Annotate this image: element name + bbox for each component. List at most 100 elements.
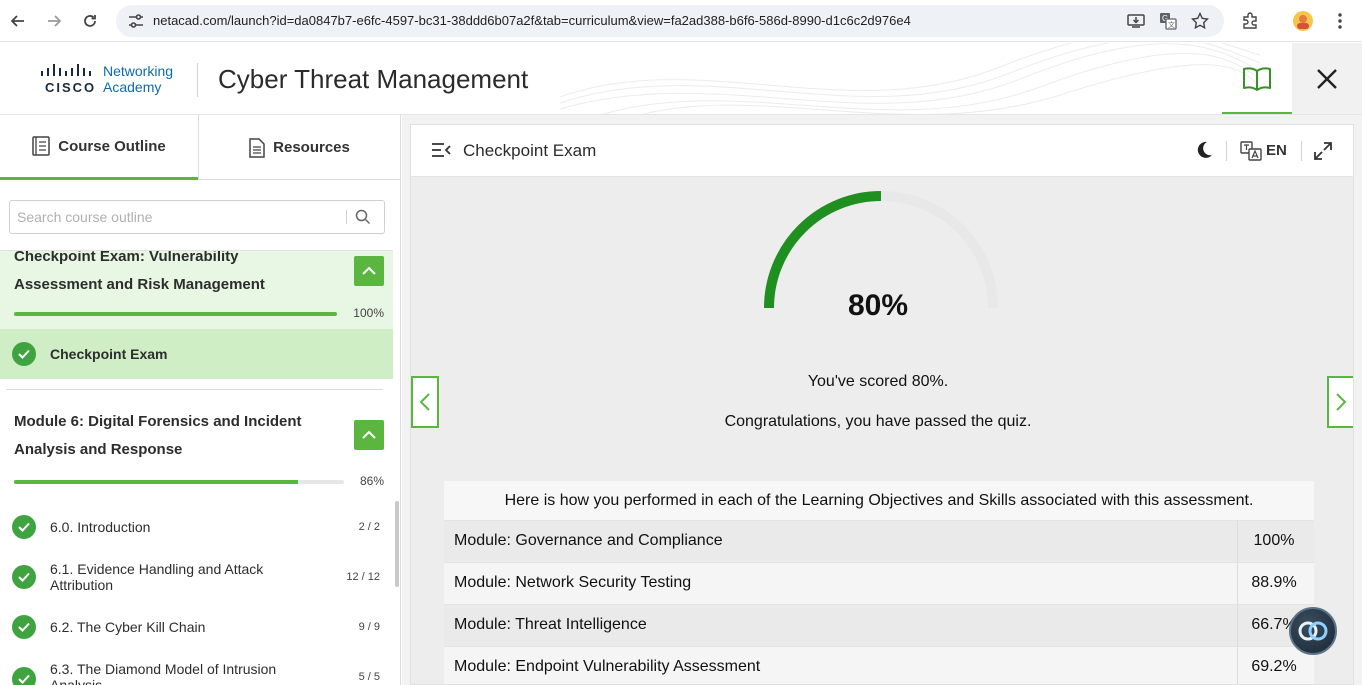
header-separator [1226, 141, 1227, 161]
app-header: CISCO Networking Academy Cyber Threat Ma… [0, 43, 1362, 115]
close-icon [1317, 69, 1337, 89]
column-divider [1237, 521, 1238, 563]
cisco-networking-academy-logo[interactable]: CISCO Networking Academy [40, 63, 190, 99]
url-text: netacad.com/launch?id=da0847b7-e6fc-4597… [153, 13, 911, 28]
outline-item-checkpoint-exam[interactable]: Checkpoint Exam [0, 329, 393, 379]
outline-item-6-3[interactable]: 6.3. The Diamond Model of Intrusion Anal… [6, 655, 392, 685]
search-separator [346, 210, 347, 224]
results-table: Here is how you performed in each of the… [444, 481, 1314, 684]
module-score: 88.9% [1251, 574, 1297, 591]
outline-item-count: 9 / 9 [358, 621, 380, 633]
outline-document-icon [32, 136, 50, 156]
outline-item-6-0[interactable]: 6.0. Introduction 2 / 2 [6, 505, 392, 549]
collapse-section-button[interactable] [354, 256, 384, 286]
sidebar-tabs: Course Outline Resources [0, 115, 400, 180]
back-button[interactable] [6, 9, 30, 33]
completed-check-icon [12, 342, 36, 366]
fullscreen-icon[interactable] [1313, 141, 1333, 161]
table-row: Module: Threat Intelligence 66.7% [444, 604, 1314, 647]
module-name: Module: Governance and Compliance [454, 532, 723, 549]
logo-line-1: Networking [103, 63, 174, 79]
outline-item-label: 6.3. The Diamond Model of Intrusion Anal… [50, 661, 277, 685]
dark-mode-icon[interactable] [1194, 140, 1214, 160]
section-progress-bar [14, 312, 337, 316]
bookmark-star-icon[interactable] [1190, 11, 1210, 31]
arrow-right-icon [48, 15, 62, 27]
tab-course-outline-label: Course Outline [58, 137, 166, 155]
exam-panel: Checkpoint Exam EN 80% You've scored 80%… [410, 124, 1354, 685]
module-name: Module: Threat Intelligence [454, 616, 647, 633]
score-percentage: 80% [847, 289, 909, 322]
search-input[interactable] [10, 201, 346, 233]
outline-item-6-1[interactable]: 6.1. Evidence Handling and Attack Attrib… [6, 553, 392, 601]
tab-resources-label: Resources [273, 139, 350, 156]
pass-message: Congratulations, you have passed the qui… [724, 413, 1032, 430]
main-content: Checkpoint Exam EN 80% You've scored 80%… [402, 115, 1362, 685]
module-name: Module: Endpoint Vulnerability Assessmen… [454, 658, 761, 675]
outline-item-label: 6.1. Evidence Handling and Attack Attrib… [50, 561, 264, 593]
completed-check-icon [12, 565, 36, 589]
outline-item-count: 5 / 5 [358, 671, 380, 683]
chevron-right-icon [1336, 393, 1347, 411]
collapse-menu-icon[interactable] [431, 141, 451, 159]
table-row: Module: Endpoint Vulnerability Assessmen… [444, 646, 1314, 684]
tab-course-outline[interactable]: Course Outline [0, 115, 198, 180]
browser-toolbar: netacad.com/launch?id=da0847b7-e6fc-4597… [0, 0, 1362, 42]
close-course-button[interactable] [1292, 43, 1362, 114]
translate-icon[interactable]: G文 [1158, 11, 1178, 31]
extensions-icon[interactable] [1239, 10, 1261, 32]
completed-check-icon [12, 515, 36, 539]
section-progress-fill [14, 480, 298, 484]
panel-header: Checkpoint Exam EN [411, 125, 1353, 177]
section-module-6[interactable]: Module 6: Digital Forensics and Incident… [0, 411, 393, 489]
course-book-button[interactable] [1222, 43, 1292, 114]
svg-text:文: 文 [1168, 20, 1175, 29]
outline-item-label: 6.2. The Cyber Kill Chain [50, 619, 206, 635]
previous-page-button[interactable] [411, 376, 439, 428]
module-score: 69.2% [1251, 658, 1297, 675]
install-app-icon[interactable] [1126, 11, 1146, 31]
forward-button[interactable] [42, 9, 66, 33]
logo-academy-text: Networking Academy [103, 63, 173, 95]
language-icon[interactable] [1240, 141, 1262, 161]
section-progress-bar [14, 480, 344, 484]
column-divider [1237, 605, 1238, 647]
header-decoration [560, 43, 1260, 114]
chevron-left-icon [419, 393, 430, 411]
outline-item-label: 6.0. Introduction [50, 519, 151, 535]
chat-assistant-button[interactable] [1289, 607, 1337, 655]
panel-title: Checkpoint Exam [463, 141, 597, 160]
outline-item-6-2[interactable]: 6.2. The Cyber Kill Chain 9 / 9 [6, 605, 392, 649]
course-outline-list: Checkpoint Exam: Vulnerability Assessmen… [0, 250, 393, 685]
header-separator [1301, 141, 1302, 161]
section-title: Module 6: Digital Forensics and Incident… [14, 413, 302, 458]
course-sidebar: Course Outline Resources Checkpoint Exam… [0, 115, 401, 685]
section-progress-label: 100% [353, 306, 384, 320]
reload-button[interactable] [78, 9, 102, 33]
header-divider [197, 63, 198, 97]
score-message: You've scored 80%. [807, 373, 949, 390]
profile-avatar-icon[interactable] [1292, 10, 1314, 32]
tab-resources[interactable]: Resources [199, 115, 400, 180]
outline-item-label: Checkpoint Exam [50, 346, 168, 362]
next-page-button[interactable] [1327, 376, 1353, 428]
table-row: Module: Network Security Testing 88.9% [444, 562, 1314, 605]
language-label[interactable]: EN [1266, 142, 1287, 159]
search-icon[interactable] [354, 208, 372, 226]
collapse-section-button[interactable] [354, 420, 384, 450]
browser-menu-icon[interactable] [1329, 10, 1351, 32]
column-divider [1237, 647, 1238, 684]
logo-company-text: CISCO [45, 80, 97, 95]
search-box [9, 200, 385, 234]
address-bar[interactable]: netacad.com/launch?id=da0847b7-e6fc-4597… [116, 5, 1224, 37]
completed-check-icon [12, 667, 36, 685]
section-divider [6, 389, 383, 390]
logo-line-2: Academy [103, 79, 162, 95]
site-settings-icon[interactable] [128, 14, 144, 28]
outline-item-count: 12 / 12 [346, 571, 380, 583]
section-checkpoint-exam[interactable]: Checkpoint Exam: Vulnerability Assessmen… [0, 251, 393, 329]
resources-document-icon [249, 137, 265, 158]
chevron-up-icon [362, 266, 376, 275]
sidebar-scrollbar[interactable] [395, 501, 399, 587]
cisco-bars-icon [41, 64, 91, 76]
